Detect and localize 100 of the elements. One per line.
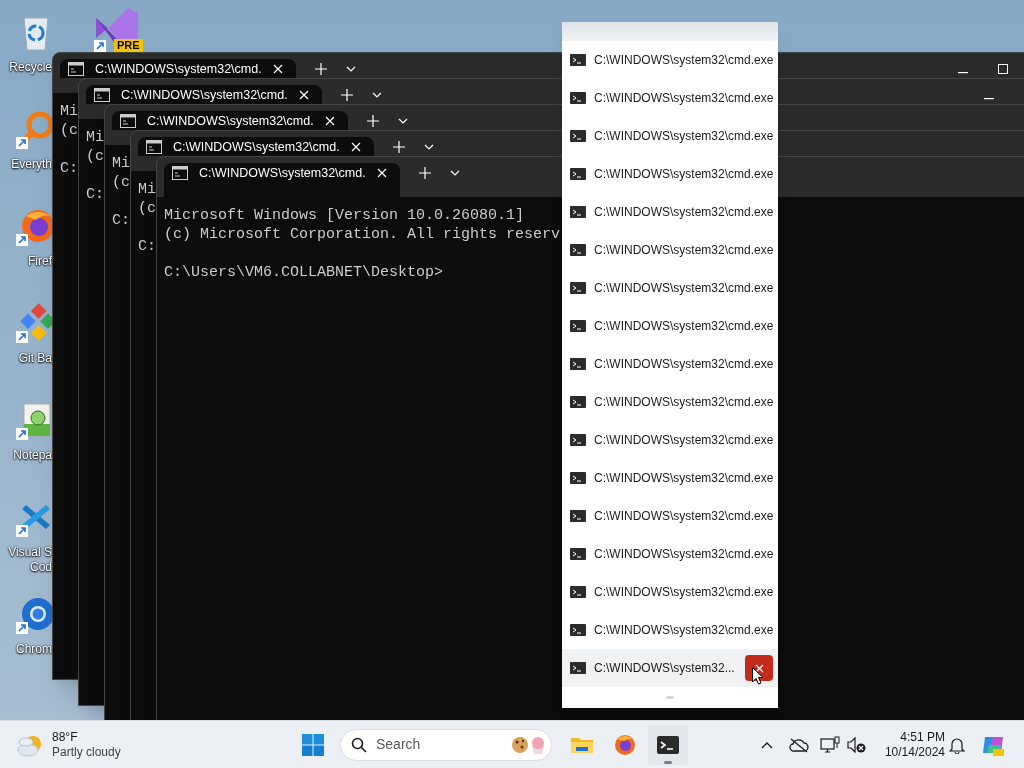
chevron-up-icon [761, 740, 773, 749]
jump-list-item[interactable]: C:\WINDOWS\system32... [562, 649, 778, 687]
jump-list-item[interactable]: C:\WINDOWS\system32\cmd.exe [562, 307, 778, 345]
jump-list-item[interactable]: C:\WINDOWS\system32\cmd.exe [562, 79, 778, 117]
terminal-icon [570, 396, 586, 408]
terminal-text: C:\Users\VM6.COLLABNET\Desktop> [164, 263, 444, 282]
cupcake-icon [529, 734, 547, 755]
terminal-icon [570, 282, 586, 294]
terminal-text: C: [86, 185, 104, 204]
plus-icon [419, 167, 431, 179]
terminal-icon [570, 510, 586, 522]
terminal-icon [570, 320, 586, 332]
tab[interactable]: C:\WINDOWS\system32\cmd. [60, 59, 296, 78]
terminal-icon [570, 54, 586, 66]
terminal-app-icon [146, 140, 162, 154]
icon-label: Cod [30, 560, 52, 575]
chevron-down-icon [372, 92, 382, 98]
terminal-icon [570, 548, 586, 560]
jump-list-item[interactable]: C:\WINDOWS\system32\cmd.exe [562, 155, 778, 193]
terminal-text: C: [112, 211, 130, 230]
terminal-icon [570, 358, 586, 370]
terminal-icon [570, 168, 586, 180]
jump-list-item[interactable]: C:\WINDOWS\system32\cmd.exe [562, 345, 778, 383]
icon-label: Everyth [11, 157, 52, 172]
terminal-text: (c [86, 147, 104, 166]
plus-icon [367, 115, 379, 127]
icon-label: Firef [28, 254, 52, 269]
jump-list-item[interactable]: C:\WINDOWS\system32\cmd.exe [562, 41, 778, 79]
close-icon [273, 64, 283, 74]
chevron-down-icon [346, 66, 356, 72]
terminal-text: Mi [86, 128, 104, 147]
icon-label: Chrom [16, 642, 52, 657]
terminal-text: Mi [60, 102, 78, 121]
terminal-app-icon [120, 114, 136, 128]
icon-label: Notepa [13, 448, 52, 463]
minimize-icon [984, 98, 994, 100]
terminal-app-icon [172, 166, 188, 180]
terminal-icon [570, 434, 586, 446]
cloud-off-icon [789, 736, 809, 753]
maximize-icon [998, 64, 1008, 74]
chevron-down-icon [424, 144, 434, 150]
mouse-pointer-icon [752, 667, 764, 685]
jump-list-item[interactable]: C:\WINDOWS\system32\cmd.exe [562, 573, 778, 611]
jump-list-item[interactable]: C:\WINDOWS\system32\cmd.exe [562, 459, 778, 497]
terminal-app-icon [68, 62, 84, 76]
jump-list-item[interactable]: C:\WINDOWS\system32\cmd.exe [562, 269, 778, 307]
preview-badge: PRE [114, 39, 143, 52]
plus-icon [341, 89, 353, 101]
icon-label: Visual S [8, 545, 52, 560]
terminal-text: (c [60, 121, 78, 140]
terminal-text: (c) Microsoft Corporation. All rights reserv [164, 225, 561, 244]
search-field[interactable]: Search [376, 734, 486, 755]
close-icon [754, 663, 764, 673]
close-icon [299, 90, 309, 100]
jump-list-item[interactable]: C:\WINDOWS\system32\cmd.exe [562, 421, 778, 459]
icon-label: Recycle [9, 60, 52, 75]
close-icon [351, 142, 361, 152]
terminal-text: C: [60, 159, 78, 178]
tab[interactable]: C:\WINDOWS\system32\cmd. [86, 85, 322, 104]
weather-widget[interactable]: 88°F Partly cloudy [16, 729, 121, 760]
jump-list-item[interactable]: C:\WINDOWS\system32\cmd.exe [562, 117, 778, 155]
terminal-text: (c [112, 173, 130, 192]
jump-list-item[interactable]: C:\WINDOWS\system32\cmd.exe [562, 383, 778, 421]
tab[interactable]: C:\WINDOWS\system32\cmd. [164, 163, 400, 197]
terminal-icon [570, 624, 586, 636]
terminal-icon [570, 206, 586, 218]
terminal-text: Mi [112, 154, 130, 173]
chevron-down-icon [398, 118, 408, 124]
jump-list-item[interactable]: C:\WINDOWS\system32\cmd.exe [562, 611, 778, 649]
search-icon [351, 736, 367, 753]
scroll-indicator [666, 696, 674, 699]
terminal-icon [570, 586, 586, 598]
jump-list-item[interactable]: C:\WINDOWS\system32\cmd.exe [562, 231, 778, 269]
terminal-icon [570, 130, 586, 142]
close-icon [325, 116, 335, 126]
terminal-text: (c [138, 199, 156, 218]
jump-list-item[interactable]: C:\WINDOWS\system32\cmd.exe [562, 193, 778, 231]
terminal-text: C: [138, 237, 156, 256]
tab[interactable]: C:\WINDOWS\system32\cmd. [112, 111, 348, 130]
tab[interactable]: C:\WINDOWS\system32\cmd. [138, 137, 374, 156]
jump-list-item[interactable]: C:\WINDOWS\system32\cmd.exe [562, 497, 778, 535]
speaker-muted-icon [846, 735, 866, 754]
plus-icon [315, 63, 327, 75]
bell-icon [949, 735, 965, 754]
taskbar-app-button[interactable] [648, 724, 688, 765]
plus-icon [393, 141, 405, 153]
terminal-icon [570, 472, 586, 484]
terminal-icon [570, 662, 586, 674]
windows-logo-icon [301, 732, 325, 757]
cookie-icon [511, 735, 529, 754]
monitor-icon [820, 735, 840, 754]
minimize-icon [958, 72, 968, 74]
browser-icon [613, 732, 637, 757]
icon-label: Git Ba [18, 351, 52, 366]
search-box[interactable]: Search [340, 728, 552, 761]
terminal-text: Microsoft Windows [Version 10.0.26080.1] [164, 206, 525, 225]
jump-list-item[interactable]: C:\WINDOWS\system32\cmd.exe [562, 535, 778, 573]
terminal-icon [570, 244, 586, 256]
clock[interactable]: 4:51 PM 10/14/2024 [873, 729, 945, 760]
terminal-text: Mi [138, 180, 156, 199]
